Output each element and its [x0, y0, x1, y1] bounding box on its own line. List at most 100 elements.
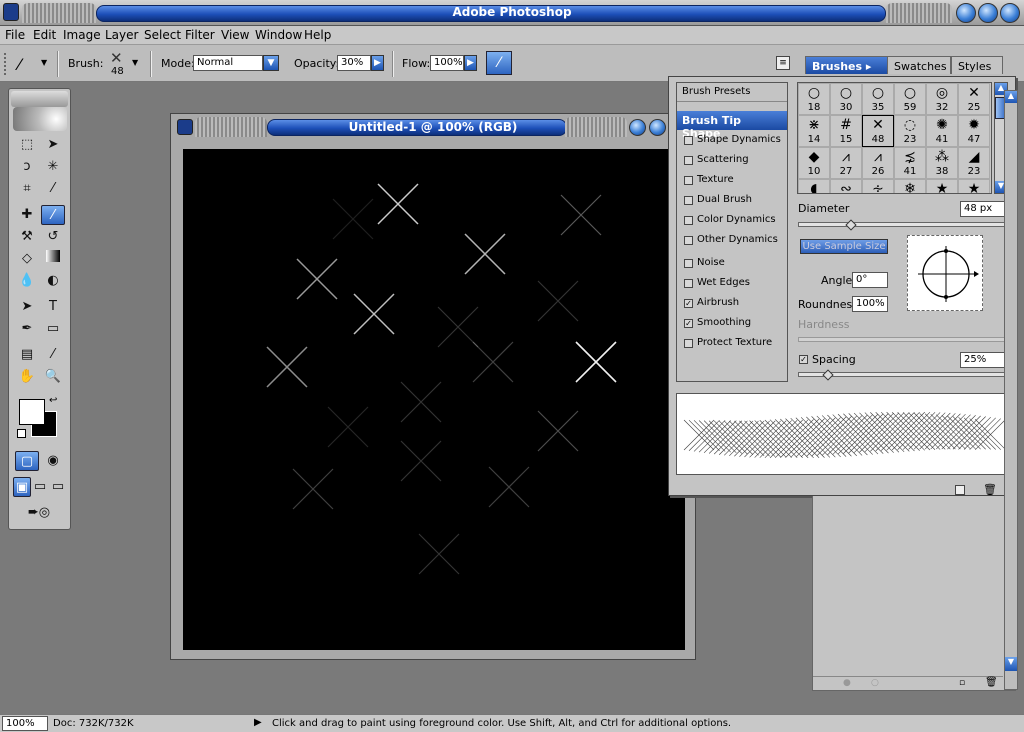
- brush-preset-cell[interactable]: ∻: [862, 179, 894, 193]
- hand-tool-icon[interactable]: ✋: [15, 367, 39, 387]
- spacing-slider[interactable]: [798, 369, 1009, 381]
- brush-option-airbrush[interactable]: ✓ Airbrush: [677, 294, 787, 313]
- history-brush-tool-icon[interactable]: ↺: [41, 227, 65, 247]
- checkbox[interactable]: ✓: [684, 319, 693, 328]
- toolbox-logo-icon[interactable]: [13, 107, 67, 131]
- brush-preset-cell[interactable]: ✺ 41: [926, 115, 958, 147]
- diameter-field[interactable]: 48 px: [960, 201, 1008, 217]
- delete-brush-icon[interactable]: 🗑: [983, 483, 997, 496]
- healing-brush-tool-icon[interactable]: ✚: [15, 205, 39, 225]
- brush-preset-cell[interactable]: ⩘ 27: [830, 147, 862, 179]
- checkbox[interactable]: [684, 156, 693, 165]
- minimize-button[interactable]: [956, 3, 976, 23]
- layer-mask-icon[interactable]: ○: [871, 678, 879, 688]
- brush-option-texture[interactable]: Texture: [677, 171, 787, 190]
- pen-tool-icon[interactable]: ✒: [15, 319, 39, 339]
- lasso-tool-icon[interactable]: ↄ: [15, 157, 39, 177]
- brush-option-noise[interactable]: Noise: [677, 254, 787, 273]
- magic-wand-tool-icon[interactable]: ✳: [41, 157, 65, 177]
- checkbox[interactable]: [684, 279, 693, 288]
- brush-tool-icon[interactable]: ⁄: [41, 205, 65, 225]
- brush-preset-cell[interactable]: ○ 59: [894, 83, 926, 115]
- default-colors-icon[interactable]: [17, 429, 26, 438]
- menu-edit[interactable]: Edit: [33, 28, 56, 42]
- angle-roundness-preview[interactable]: [907, 235, 983, 311]
- spacing-checkbox[interactable]: ✓: [799, 355, 808, 364]
- eyedropper-tool-icon[interactable]: ⁄: [41, 345, 65, 365]
- checkbox[interactable]: [684, 339, 693, 348]
- diameter-slider[interactable]: [798, 219, 1009, 231]
- menu-window[interactable]: Window: [255, 28, 302, 42]
- diameter-slider-thumb[interactable]: [845, 219, 857, 231]
- brush-option-scattering[interactable]: Scattering: [677, 151, 787, 170]
- roundness-field[interactable]: 100%: [852, 296, 888, 312]
- menu-image[interactable]: Image: [63, 28, 101, 42]
- brush-preset-cell[interactable]: ○ 18: [798, 83, 830, 115]
- checkbox[interactable]: [684, 236, 693, 245]
- swap-colors-icon[interactable]: ↩: [49, 395, 57, 406]
- doc-maximize-button[interactable]: [649, 119, 666, 136]
- panel-scrollbar[interactable]: ▲ ▼: [1004, 90, 1018, 690]
- airbrush-toggle-icon[interactable]: ⁄: [486, 51, 512, 75]
- quick-mask-mode-icon[interactable]: ◉: [41, 451, 65, 471]
- brush-tip-shape-item[interactable]: Brush Tip Shape: [677, 111, 787, 140]
- brush-preset-cell[interactable]: ○ 30: [830, 83, 862, 115]
- tab-menu-arrow-icon[interactable]: ▸: [866, 60, 872, 73]
- checkbox[interactable]: [684, 216, 693, 225]
- angle-field[interactable]: 0°: [852, 272, 888, 288]
- doc-minimize-button[interactable]: [629, 119, 646, 136]
- brush-tool-preset-icon[interactable]: ⁄: [18, 55, 21, 74]
- standard-screen-mode-icon[interactable]: ▣: [13, 477, 31, 497]
- preset-dropdown-arrow-icon[interactable]: ▼: [41, 58, 47, 67]
- use-sample-size-button[interactable]: Use Sample Size: [800, 239, 888, 254]
- brush-preset-cell[interactable]: ⋇ 14: [798, 115, 830, 147]
- new-set-icon[interactable]: ▫: [959, 678, 965, 688]
- brush-preset-cell[interactable]: ○ 35: [862, 83, 894, 115]
- panel-scroll-down-icon[interactable]: ▼: [1005, 657, 1017, 671]
- checkbox[interactable]: [684, 259, 693, 268]
- menu-filter[interactable]: Filter: [185, 28, 215, 42]
- brush-option-protect-texture[interactable]: Protect Texture: [677, 334, 787, 353]
- flow-field[interactable]: 100%: [430, 55, 464, 71]
- checkbox[interactable]: ✓: [684, 299, 693, 308]
- brush-preset-cell[interactable]: ✕ 25: [958, 83, 990, 115]
- clone-stamp-tool-icon[interactable]: ⚒: [15, 227, 39, 247]
- crop-tool-icon[interactable]: ⌗: [15, 179, 39, 199]
- brush-preset-cell[interactable]: ✹ 47: [958, 115, 990, 147]
- spacing-field[interactable]: 25%: [960, 352, 1008, 368]
- brush-preset-cell[interactable]: ⁂ 38: [926, 147, 958, 179]
- opacity-slider-arrow-icon[interactable]: ▶: [371, 55, 384, 71]
- panel-scroll-up-icon[interactable]: ▲: [1005, 91, 1017, 103]
- flow-slider-arrow-icon[interactable]: ▶: [464, 55, 477, 71]
- mode-select[interactable]: Normal: [193, 55, 263, 71]
- brush-presets-item[interactable]: Brush Presets: [677, 83, 787, 102]
- zoom-tool-icon[interactable]: 🔍: [41, 367, 65, 387]
- brush-preview-icon[interactable]: ✕: [110, 49, 123, 67]
- brush-option-other-dynamics[interactable]: Other Dynamics: [677, 231, 787, 250]
- marquee-tool-icon[interactable]: ⬚: [15, 135, 39, 155]
- menu-view[interactable]: View: [221, 28, 249, 42]
- tab-styles[interactable]: Styles: [951, 56, 1003, 74]
- blur-tool-icon[interactable]: 💧: [15, 271, 39, 291]
- path-selection-tool-icon[interactable]: ➤: [15, 297, 39, 317]
- shape-tool-icon[interactable]: ▭: [41, 319, 65, 339]
- brush-preset-cell[interactable]: ◎ 32: [926, 83, 958, 115]
- new-brush-icon[interactable]: [955, 485, 965, 495]
- menu-help[interactable]: Help: [304, 28, 331, 42]
- brush-option-wet-edges[interactable]: Wet Edges: [677, 274, 787, 293]
- move-tool-icon[interactable]: ➤: [41, 135, 65, 155]
- brush-option-smoothing[interactable]: ✓ Smoothing: [677, 314, 787, 333]
- tab-brushes[interactable]: Brushes ▸: [805, 56, 889, 74]
- menu-layer[interactable]: Layer: [105, 28, 138, 42]
- menu-file[interactable]: File: [5, 28, 25, 42]
- brush-preset-cell[interactable]: ★: [926, 179, 958, 193]
- brush-preset-cell[interactable]: ⩘ 26: [862, 147, 894, 179]
- mode-dropdown-icon[interactable]: ▼: [263, 55, 279, 71]
- brush-preset-cell[interactable]: ∾: [830, 179, 862, 193]
- gradient-tool-icon[interactable]: [41, 249, 65, 269]
- foreground-color-swatch[interactable]: [19, 399, 45, 425]
- checkbox[interactable]: [684, 176, 693, 185]
- brush-preset-cell[interactable]: ✕ 48: [862, 115, 894, 147]
- checkbox[interactable]: [684, 196, 693, 205]
- close-button[interactable]: [1000, 3, 1020, 23]
